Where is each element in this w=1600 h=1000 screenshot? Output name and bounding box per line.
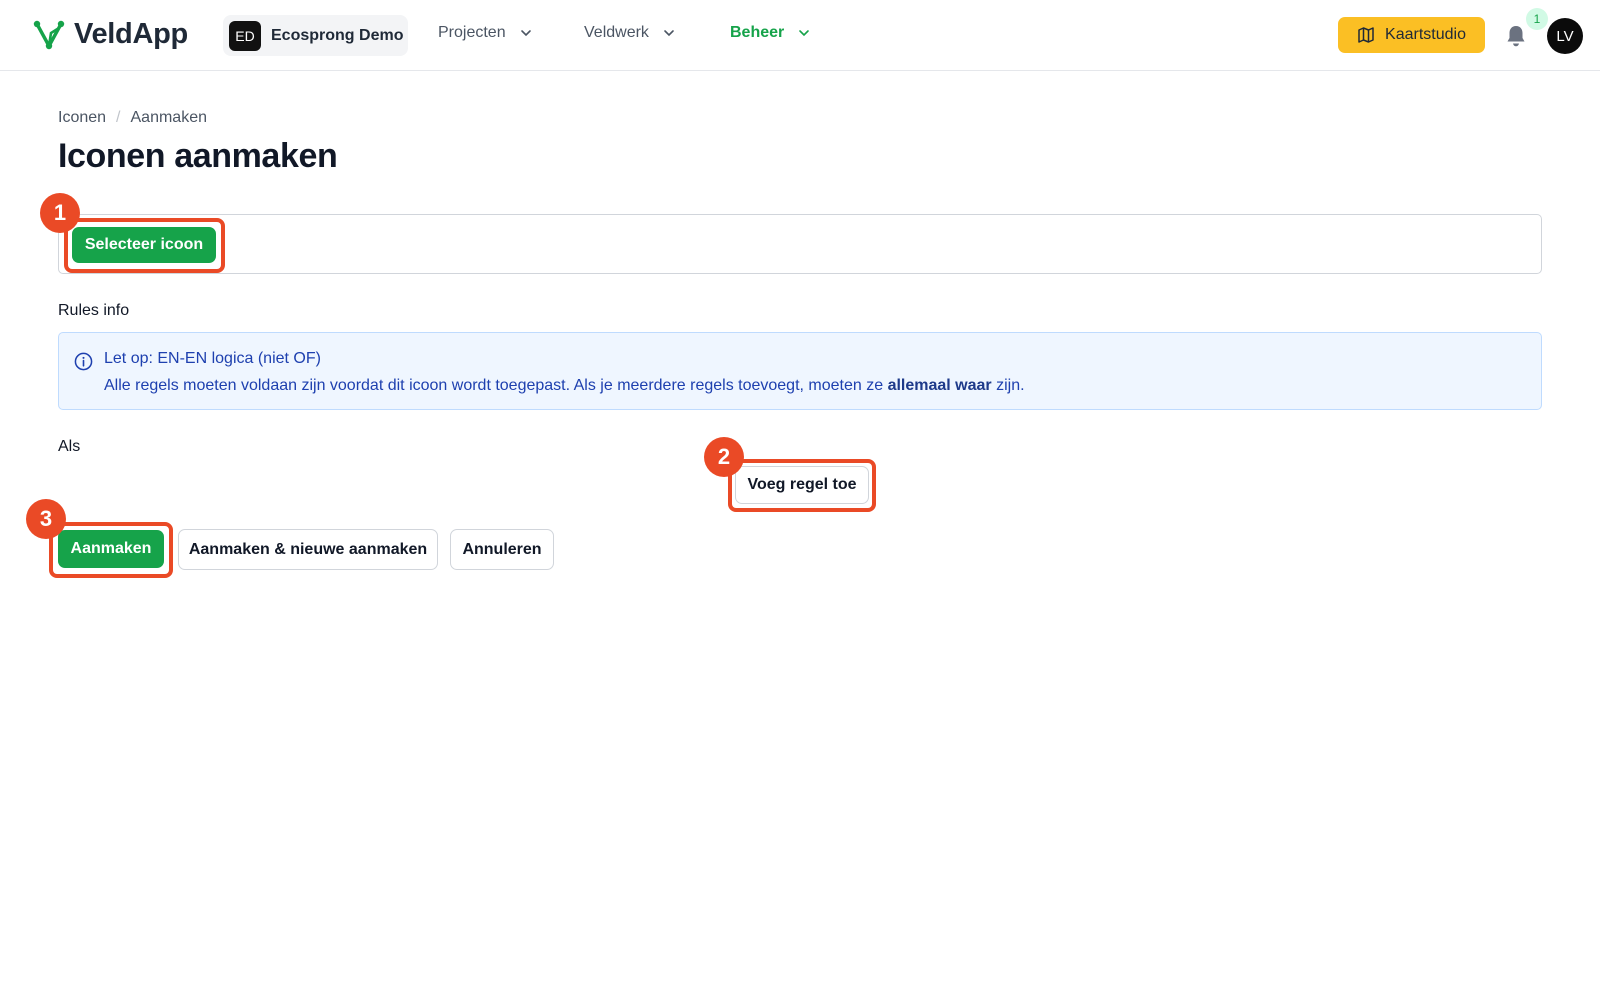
nav-veldwerk[interactable]: Veldwerk <box>584 24 675 42</box>
page-title: Iconen aanmaken <box>58 137 338 175</box>
cancel-button[interactable]: Annuleren <box>450 529 554 570</box>
nav-label: Projecten <box>438 24 506 41</box>
nav-label: Beheer <box>730 24 785 41</box>
breadcrumb-separator: / <box>116 109 121 126</box>
chevron-down-icon <box>799 30 810 37</box>
organization-name: Ecosprong Demo <box>271 26 404 44</box>
create-and-new-button[interactable]: Aanmaken & nieuwe aanmaken <box>178 529 438 570</box>
rules-info-label: Rules info <box>58 302 130 319</box>
rules-info-alert: Let op: EN-EN logica (niet OF) Alle rege… <box>58 332 1542 410</box>
map-icon <box>1358 27 1374 43</box>
app-name: VeldApp <box>74 18 188 50</box>
nav-beheer[interactable]: Beheer <box>730 24 810 42</box>
kaartstudio-label: Kaartstudio <box>1385 26 1466 43</box>
chevron-down-icon <box>520 30 531 37</box>
nav-label: Veldwerk <box>584 24 649 41</box>
nav-projecten[interactable]: Projecten <box>438 24 532 42</box>
step-marker-1: 1 <box>40 193 80 233</box>
app-logo[interactable]: VeldApp <box>32 18 188 51</box>
step-marker-3: 3 <box>26 499 66 539</box>
add-rule-button[interactable]: Voeg regel toe <box>735 466 869 504</box>
create-button[interactable]: Aanmaken <box>58 530 164 568</box>
organization-switcher[interactable]: ED Ecosprong Demo <box>223 15 408 56</box>
als-label: Als <box>58 438 81 455</box>
breadcrumb: Iconen / Aanmaken <box>58 109 207 127</box>
info-text-emphasis: allemaal waar <box>887 377 992 394</box>
bell-icon[interactable] <box>1505 24 1527 48</box>
info-text-end: zijn. <box>991 377 1025 394</box>
top-navigation-bar: VeldApp ED Ecosprong Demo Projecten Veld… <box>0 0 1600 71</box>
icon-field <box>58 214 1542 274</box>
user-avatar[interactable]: LV <box>1547 18 1583 54</box>
info-icon <box>74 352 93 371</box>
notification-count-badge: 1 <box>1526 8 1548 30</box>
breadcrumb-item-iconen[interactable]: Iconen <box>58 109 106 127</box>
veldapp-logo-icon <box>33 20 65 49</box>
chevron-down-icon <box>664 30 674 37</box>
kaartstudio-button[interactable]: Kaartstudio <box>1338 17 1485 53</box>
step-marker-2: 2 <box>704 437 744 477</box>
organization-badge: ED <box>229 20 261 51</box>
info-text-part: Alle regels moeten voldaan zijn voordat … <box>104 377 888 394</box>
breadcrumb-item-aanmaken: Aanmaken <box>130 109 208 126</box>
info-title: Let op: EN-EN logica (niet OF) <box>104 350 321 367</box>
select-icon-button[interactable]: Selecteer icoon <box>72 227 216 263</box>
info-text: Alle regels moeten voldaan zijn voordat … <box>104 377 1025 395</box>
